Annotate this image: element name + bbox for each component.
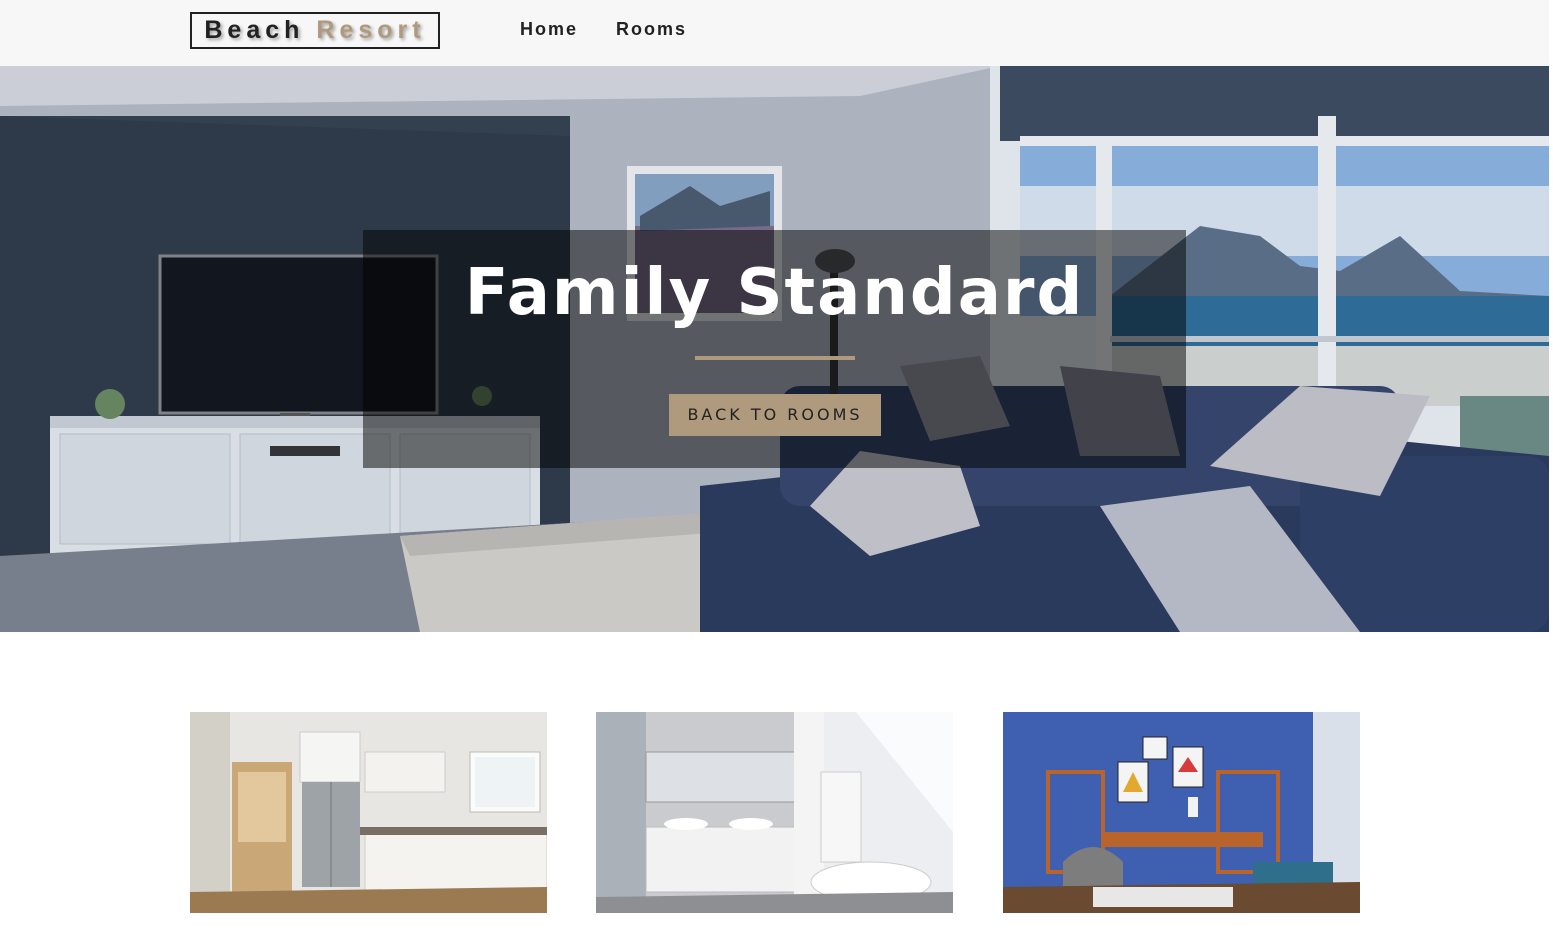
back-to-rooms-button[interactable]: back to rooms [669,394,881,436]
office-photo [1003,712,1360,913]
navbar: Beach Resort Home Rooms [0,0,1549,66]
nav-link-home[interactable]: Home [520,19,578,40]
back-to-rooms-label: back to rooms [687,405,863,424]
hero-banner: Family Standard back to rooms [363,230,1186,468]
logo[interactable]: Beach Resort [190,12,440,49]
title-underline [695,356,855,360]
room-title: Family Standard [464,256,1085,330]
logo-resort-text: Resort [316,16,426,44]
bathroom-photo [596,712,953,913]
gallery-image-bathroom [596,712,953,913]
logo-beach-text: Beach [204,16,305,44]
nav-link-rooms[interactable]: Rooms [616,19,687,40]
gallery-image-kitchen [190,712,547,913]
gallery-image-office [1003,712,1360,913]
kitchen-photo [190,712,547,913]
room-gallery [190,712,1360,913]
hero-section: Family Standard back to rooms [0,66,1549,632]
